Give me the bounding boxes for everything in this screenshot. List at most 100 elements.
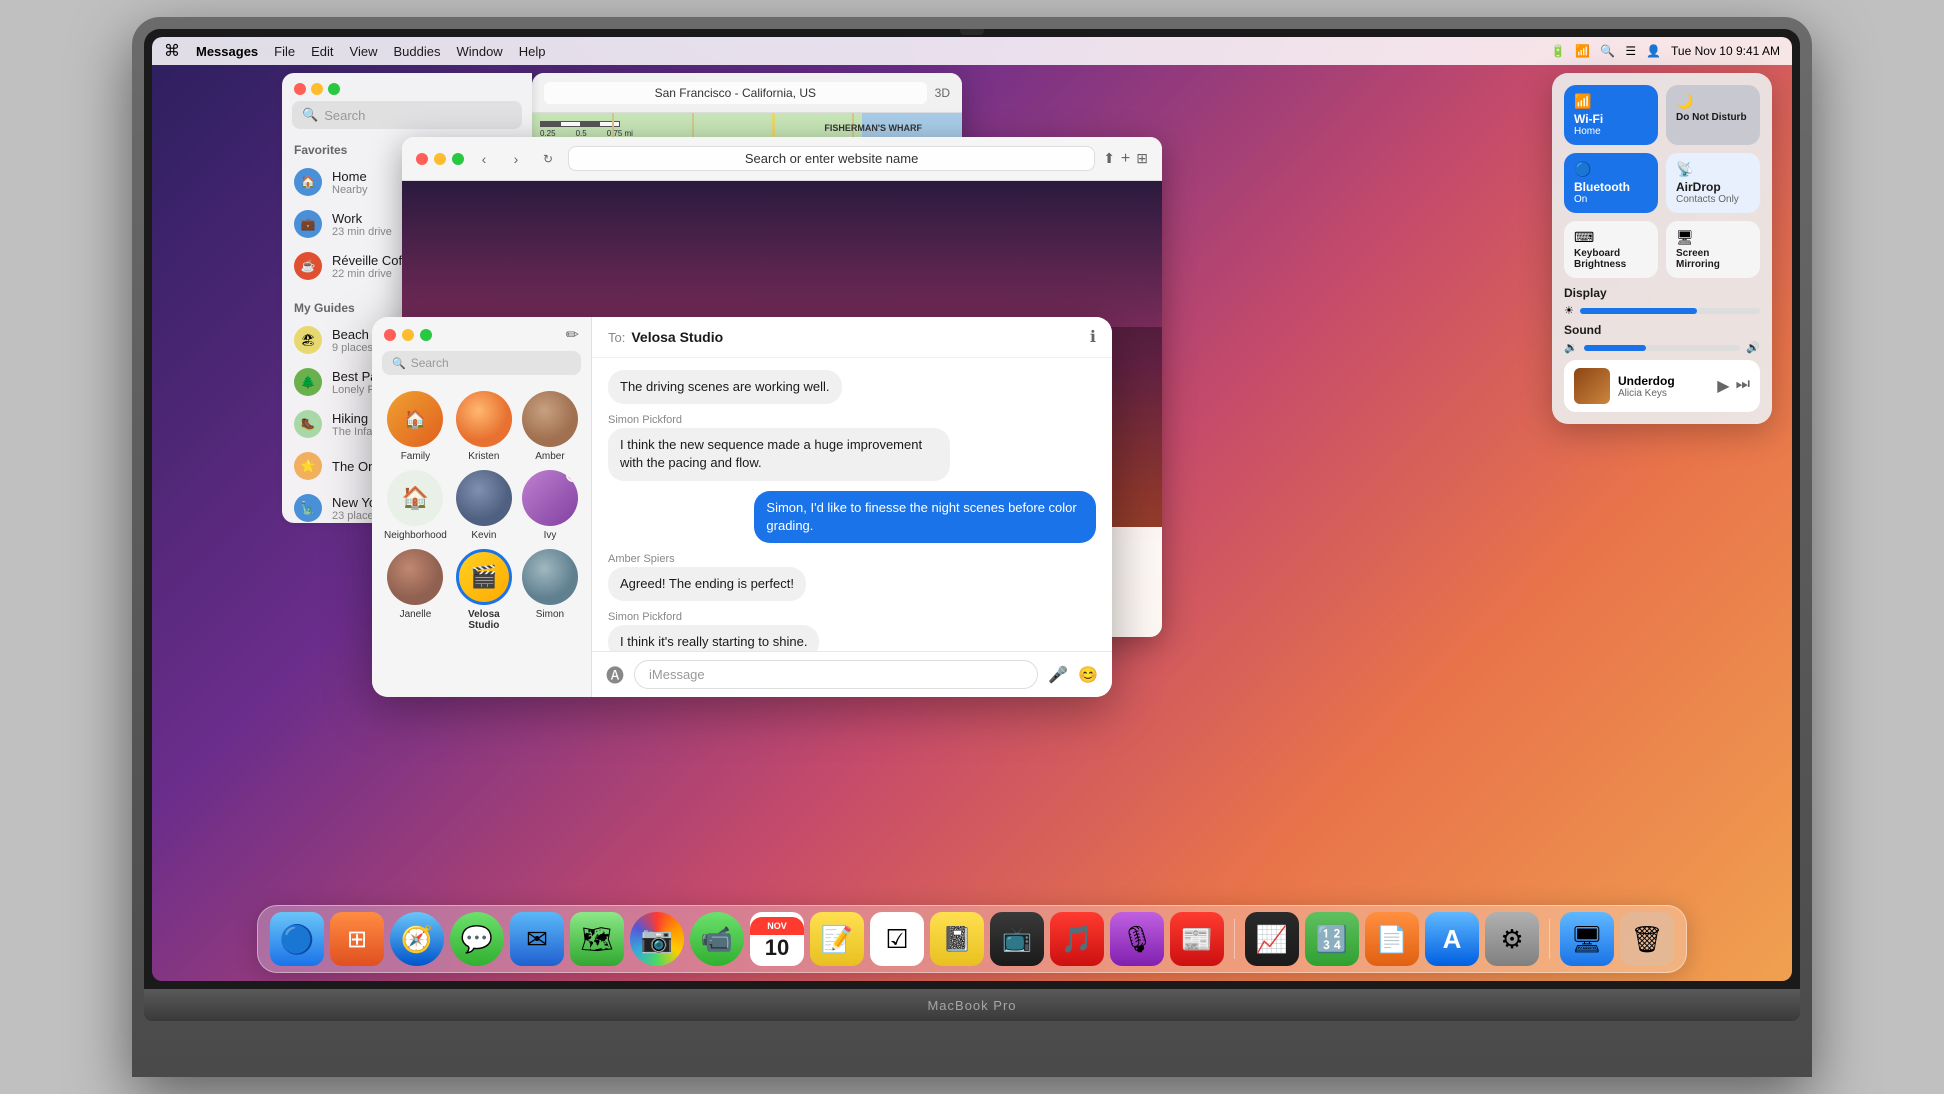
camera-notch [960, 29, 984, 35]
safari-minimize-button[interactable] [434, 153, 446, 165]
dock-podcasts[interactable]: 🎙 [1110, 912, 1164, 966]
share-icon[interactable]: ⬆ [1103, 150, 1115, 168]
sound-slider[interactable] [1584, 345, 1741, 351]
dock-news[interactable]: 📰 [1170, 912, 1224, 966]
safari-back-button[interactable]: ‹ [472, 147, 496, 171]
contact-kevin[interactable]: Kevin [455, 470, 513, 541]
messages-input-field[interactable]: iMessage [634, 660, 1038, 689]
bluetooth-tile[interactable]: 🔵 Bluetooth On [1564, 153, 1658, 213]
contact-janelle[interactable]: Janelle [384, 549, 447, 631]
dock-screen[interactable]: 🖥 [1560, 912, 1614, 966]
contact-kristen[interactable]: Kristen [455, 391, 513, 462]
audio-icon[interactable]: 🎤 [1048, 665, 1068, 685]
messages-minimize-button[interactable] [402, 329, 414, 341]
dock-calendar[interactable]: NOV 10 [750, 912, 804, 966]
contact-neighborhood[interactable]: 🏠 Neighborhood [384, 470, 447, 541]
menubar-window[interactable]: Window [456, 44, 502, 59]
skip-button[interactable]: ⏭ [1736, 376, 1750, 396]
amber-label: Amber [535, 451, 564, 462]
close-button[interactable] [294, 83, 306, 95]
dock-stocks[interactable]: 📈 [1245, 912, 1299, 966]
wifi-tile[interactable]: 📶 Wi-Fi Home [1564, 85, 1658, 145]
messages-contacts-panel: ✏ 🔍 Search 🏠 Family [372, 317, 592, 697]
media-controls[interactable]: ▶ ⏭ [1717, 376, 1750, 396]
to-label: To: [608, 330, 625, 345]
screen: ⌘ Messages File Edit View Buddies Window… [152, 37, 1792, 981]
airdrop-tile[interactable]: 📡 AirDrop Contacts Only [1666, 153, 1760, 213]
maps-search-box[interactable]: 🔍 Search [292, 101, 522, 129]
search-icon[interactable]: 🔍 [1600, 44, 1615, 58]
maps-address-bar[interactable]: San Francisco - California, US [544, 82, 927, 104]
menubar-file[interactable]: File [274, 44, 295, 59]
macbook-shell: ⌘ Messages File Edit View Buddies Window… [132, 17, 1812, 1077]
dock-apple-tv[interactable]: 📺 [990, 912, 1044, 966]
menubar-view[interactable]: View [350, 44, 378, 59]
sidebar-toggle-icon[interactable]: ⊞ [1136, 150, 1148, 168]
dock-stickies[interactable]: 📝 [810, 912, 864, 966]
safari-address-bar[interactable]: Search or enter website name [568, 146, 1095, 171]
msg-row-1: The driving scenes are working well. [608, 370, 1096, 404]
contact-amber[interactable]: Amber [521, 391, 579, 462]
messages-input-area: 🅐 iMessage 🎤 😊 [592, 651, 1112, 697]
map-type-icon[interactable]: 3D [935, 86, 950, 100]
contact-velosa-studio[interactable]: 🎬 Velosa Studio [455, 549, 513, 631]
dock-trash[interactable]: 🗑 [1620, 912, 1674, 966]
dock-mail[interactable]: ✉ [510, 912, 564, 966]
display-slider-row: ☀ [1564, 304, 1760, 317]
dock-maps[interactable]: 🗺 [570, 912, 624, 966]
maps-window-controls [282, 73, 532, 101]
dock-messages[interactable]: 💬 [450, 912, 504, 966]
messages-maximize-button[interactable] [420, 329, 432, 341]
dock-separator-2 [1549, 919, 1550, 959]
dock-launchpad[interactable]: ⊞ [330, 912, 384, 966]
display-slider[interactable] [1580, 308, 1760, 314]
app-store-icon[interactable]: 🅐 [606, 662, 624, 688]
dock-pages[interactable]: 📄 [1365, 912, 1419, 966]
contact-ivy[interactable]: ❤ Ivy [521, 470, 579, 541]
keyboard-brightness-tile[interactable]: ⌨ Keyboard Brightness [1564, 221, 1658, 278]
neighborhood-avatar: 🏠 [387, 470, 443, 526]
screen-mirroring-tile[interactable]: 🖥 Screen Mirroring [1666, 221, 1760, 278]
contact-family[interactable]: 🏠 Family [384, 391, 447, 462]
screen-mirroring-label: Screen Mirroring [1676, 248, 1750, 270]
emoji-icon[interactable]: 😊 [1078, 665, 1098, 685]
do-not-disturb-tile[interactable]: 🌙 Do Not Disturb [1666, 85, 1760, 145]
dock-app-store[interactable]: A [1425, 912, 1479, 966]
volume-max-icon: 🔊 [1746, 341, 1760, 354]
home-icon: 🏠 [294, 168, 322, 196]
info-button[interactable]: ℹ [1090, 327, 1096, 347]
minimize-button[interactable] [311, 83, 323, 95]
contact-simon[interactable]: Simon [521, 549, 579, 631]
airdrop-icon: 📡 [1676, 161, 1750, 178]
dock-photos[interactable]: 📷 [630, 912, 684, 966]
dock-system-preferences[interactable]: ⚙ [1485, 912, 1539, 966]
new-tab-icon[interactable]: + [1121, 150, 1130, 168]
control-center-icon[interactable]: ☰ [1625, 44, 1636, 58]
to-label-area: To: Velosa Studio [608, 329, 723, 345]
menubar-help[interactable]: Help [519, 44, 546, 59]
messages-search-box[interactable]: 🔍 Search [382, 351, 581, 375]
dock-finder[interactable]: 🔵 [270, 912, 324, 966]
dock-facetime[interactable]: 📹 [690, 912, 744, 966]
menubar-buddies[interactable]: Buddies [393, 44, 440, 59]
play-button[interactable]: ▶ [1717, 376, 1729, 396]
dock-music[interactable]: 🎵 [1050, 912, 1104, 966]
safari-maximize-button[interactable] [452, 153, 464, 165]
macbook-bottom: MacBook Pro [144, 989, 1800, 1021]
user-icon: 👤 [1646, 44, 1661, 58]
safari-reload-button[interactable]: ↻ [536, 147, 560, 171]
battery-icon: 🔋 [1550, 44, 1565, 58]
messages-compose-button[interactable]: ✏ [566, 325, 579, 345]
apple-menu[interactable]: ⌘ [164, 41, 180, 61]
dock-notes[interactable]: 📓 [930, 912, 984, 966]
safari-close-button[interactable] [416, 153, 428, 165]
dock-numbers[interactable]: 🔢 [1305, 912, 1359, 966]
menubar-left: ⌘ Messages File Edit View Buddies Window… [164, 41, 545, 61]
now-playing-widget: Underdog Alicia Keys ▶ ⏭ [1564, 360, 1760, 412]
safari-forward-button[interactable]: › [504, 147, 528, 171]
menubar-edit[interactable]: Edit [311, 44, 333, 59]
messages-close-button[interactable] [384, 329, 396, 341]
maximize-button[interactable] [328, 83, 340, 95]
dock-reminders[interactable]: ☑ [870, 912, 924, 966]
dock-safari[interactable]: 🧭 [390, 912, 444, 966]
